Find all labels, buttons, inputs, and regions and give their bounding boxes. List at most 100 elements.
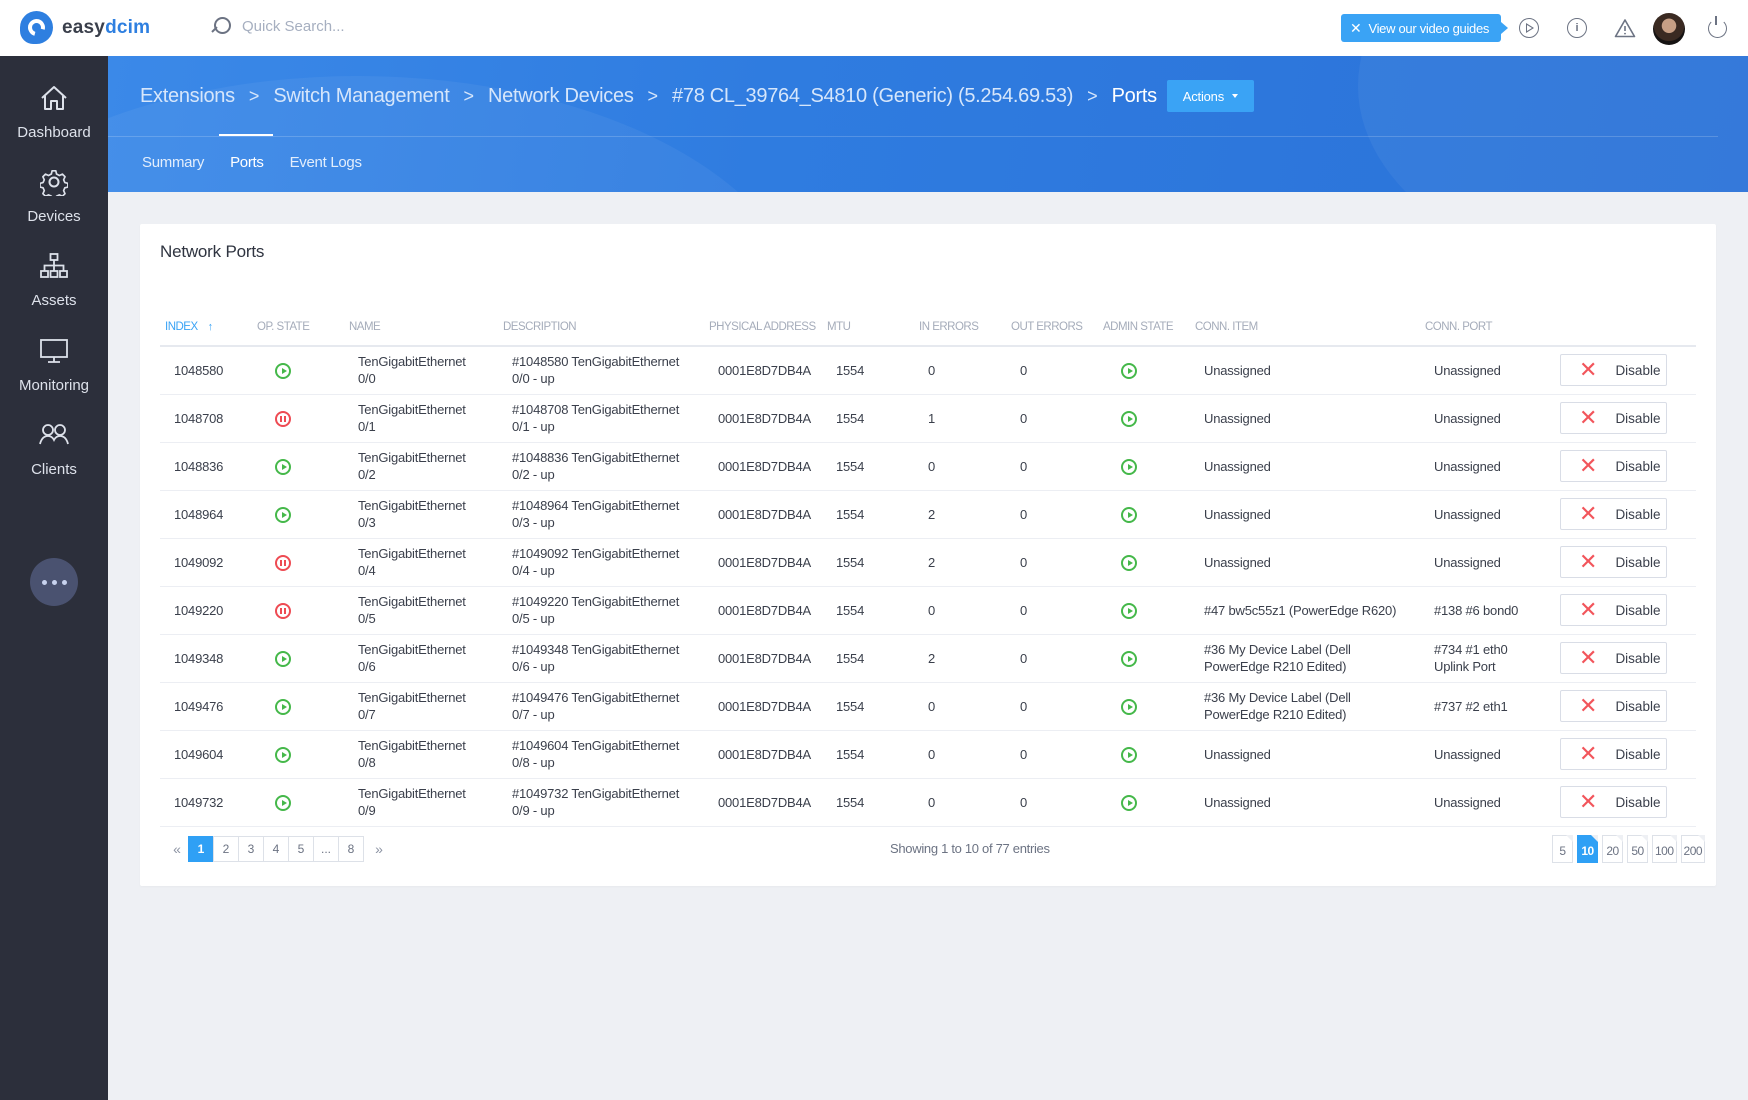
column-header-name[interactable]: Name (344, 308, 498, 347)
alerts-button[interactable] (1614, 17, 1636, 39)
page-button-1[interactable]: 1 (188, 836, 214, 862)
disable-port-button[interactable]: ✕ Disable (1560, 498, 1667, 530)
disable-port-button[interactable]: ✕ Disable (1560, 786, 1667, 818)
sidebar-item-dashboard[interactable]: Dashboard (0, 82, 108, 141)
sidebar-item-monitoring[interactable]: Monitoring (0, 335, 108, 394)
user-avatar[interactable] (1653, 13, 1685, 45)
entries-info: Showing 1 to 10 of 77 entries (890, 841, 1050, 856)
cell-conn-item: #36 My Device Label (Dell PowerEdge R210 … (1190, 634, 1420, 683)
page-button-3[interactable]: 3 (238, 836, 264, 862)
cell-index: 1049092 (160, 538, 252, 587)
search-icon[interactable] (210, 16, 231, 36)
cell-actions: ✕ Disable (1560, 778, 1696, 827)
cell-physical-address: 0001E8D7DB4A (704, 442, 822, 491)
column-header-admin-state[interactable]: Admin State (1098, 308, 1190, 347)
cell-out-errors: 0 (1006, 730, 1098, 779)
disable-port-button[interactable]: ✕ Disable (1560, 642, 1667, 674)
disable-port-button[interactable]: ✕ Disable (1560, 354, 1667, 387)
play-circle-icon (275, 795, 291, 811)
page-button-4[interactable]: 4 (263, 836, 289, 862)
more-dots-icon[interactable] (30, 558, 78, 606)
prev-page-icon[interactable]: « (168, 841, 186, 857)
close-icon[interactable]: ✕ (1350, 20, 1362, 37)
tab-summary[interactable]: Summary (142, 134, 204, 171)
cell-mtu: 1554 (822, 346, 914, 395)
page-button-8[interactable]: 8 (338, 836, 364, 862)
column-header-op-state[interactable]: Op. State (252, 308, 344, 347)
cell-op-state (252, 442, 344, 491)
warning-icon (1614, 19, 1636, 38)
cell-out-errors: 0 (1006, 490, 1098, 539)
play-circle-icon (275, 363, 291, 380)
video-guides-bubble[interactable]: ✕ View our video guides (1341, 14, 1509, 42)
sidebar-item-clients[interactable]: Clients (0, 419, 108, 478)
column-header-conn-item[interactable]: Conn. Item (1190, 308, 1420, 347)
column-header-in-errors[interactable]: In Errors (914, 308, 1006, 347)
cell-conn-item: Unassigned (1190, 346, 1420, 395)
cell-out-errors: 0 (1006, 682, 1098, 731)
cell-op-state (252, 634, 344, 683)
per-page-100[interactable]: 100 (1652, 835, 1677, 863)
info-button[interactable]: i (1566, 17, 1588, 39)
disable-port-button[interactable]: ✕ Disable (1560, 450, 1667, 482)
cell-conn-item: #47 bw5c55z1 (PowerEdge R620) (1190, 586, 1420, 635)
tab-event-logs[interactable]: Event Logs (290, 134, 362, 171)
cell-name: TenGigabitEthernet 0/2 (344, 442, 498, 491)
chevron-right-icon: > (248, 85, 260, 106)
disable-port-button[interactable]: ✕ Disable (1560, 594, 1667, 626)
quick-search-input[interactable] (242, 17, 442, 35)
disable-port-button[interactable]: ✕ Disable (1560, 402, 1667, 434)
cell-description: #1049220 TenGigabitEthernet 0/5 - up (498, 586, 704, 635)
logout-button[interactable] (1706, 15, 1728, 39)
cell-physical-address: 0001E8D7DB4A (704, 586, 822, 635)
column-header-physical-address[interactable]: Physical Address (704, 308, 822, 347)
column-header-conn-port[interactable]: Conn. Port (1420, 308, 1560, 347)
logo[interactable]: easydcim (20, 11, 150, 44)
breadcrumb-extensions[interactable]: Extensions (140, 85, 235, 108)
video-guides-button[interactable] (1518, 17, 1540, 39)
cell-physical-address: 0001E8D7DB4A (704, 394, 822, 443)
logo-mark-icon (20, 11, 53, 44)
per-page-10[interactable]: 10 (1577, 835, 1598, 863)
cell-admin-state (1098, 442, 1190, 491)
cell-conn-item: Unassigned (1190, 730, 1420, 779)
caret-down-icon (1232, 94, 1239, 98)
pause-circle-icon (275, 603, 291, 619)
disable-port-button[interactable]: ✕ Disable (1560, 690, 1667, 722)
pagination: « 1 2 3 4 5 ... 8 » (168, 836, 388, 862)
per-page-20[interactable]: 20 (1602, 835, 1623, 863)
page-button-5[interactable]: 5 (288, 836, 314, 862)
per-page-200[interactable]: 200 (1680, 835, 1706, 863)
cell-description: #1048836 TenGigabitEthernet 0/2 - up (498, 442, 704, 491)
sidebar-item-assets[interactable]: Assets (0, 250, 108, 309)
per-page-5[interactable]: 5 (1552, 835, 1573, 863)
sidebar-item-devices[interactable]: Devices (0, 166, 108, 225)
cell-conn-port: #734 #1 eth0 Uplink Port (1420, 634, 1560, 683)
cell-physical-address: 0001E8D7DB4A (704, 538, 822, 587)
cell-op-state (252, 490, 344, 539)
disable-port-button[interactable]: ✕ Disable (1560, 738, 1667, 770)
breadcrumb-device[interactable]: #78 CL_39764_S4810 (Generic) (5.254.69.5… (672, 85, 1073, 108)
cell-index: 1048580 (160, 346, 252, 395)
tab-ports[interactable]: Ports (219, 134, 272, 171)
cell-conn-item: Unassigned (1190, 490, 1420, 539)
column-header-description[interactable]: Description (498, 308, 704, 347)
breadcrumb-network-devices[interactable]: Network Devices (488, 85, 634, 108)
cell-op-state (252, 730, 344, 779)
disable-port-button[interactable]: ✕ Disable (1560, 546, 1667, 578)
column-header-out-errors[interactable]: Out Errors (1006, 308, 1098, 347)
cell-out-errors: 0 (1006, 538, 1098, 587)
column-header-mtu[interactable]: MTU (822, 308, 914, 347)
play-circle-icon (275, 459, 291, 475)
breadcrumb-switch-management[interactable]: Switch Management (273, 85, 449, 108)
per-page-50[interactable]: 50 (1627, 835, 1648, 863)
cell-physical-address: 0001E8D7DB4A (704, 682, 822, 731)
actions-dropdown-button[interactable]: Actions (1166, 80, 1255, 112)
next-page-icon[interactable]: » (370, 841, 388, 857)
top-bar: easydcim ✕ View our video guides i (0, 0, 1748, 56)
sidebar-item-label: Clients (31, 461, 77, 478)
cell-index: 1048836 (160, 442, 252, 491)
page-button-2[interactable]: 2 (213, 836, 239, 862)
column-header-index[interactable]: Index ↑ (160, 308, 252, 347)
play-circle-icon (1121, 651, 1137, 667)
